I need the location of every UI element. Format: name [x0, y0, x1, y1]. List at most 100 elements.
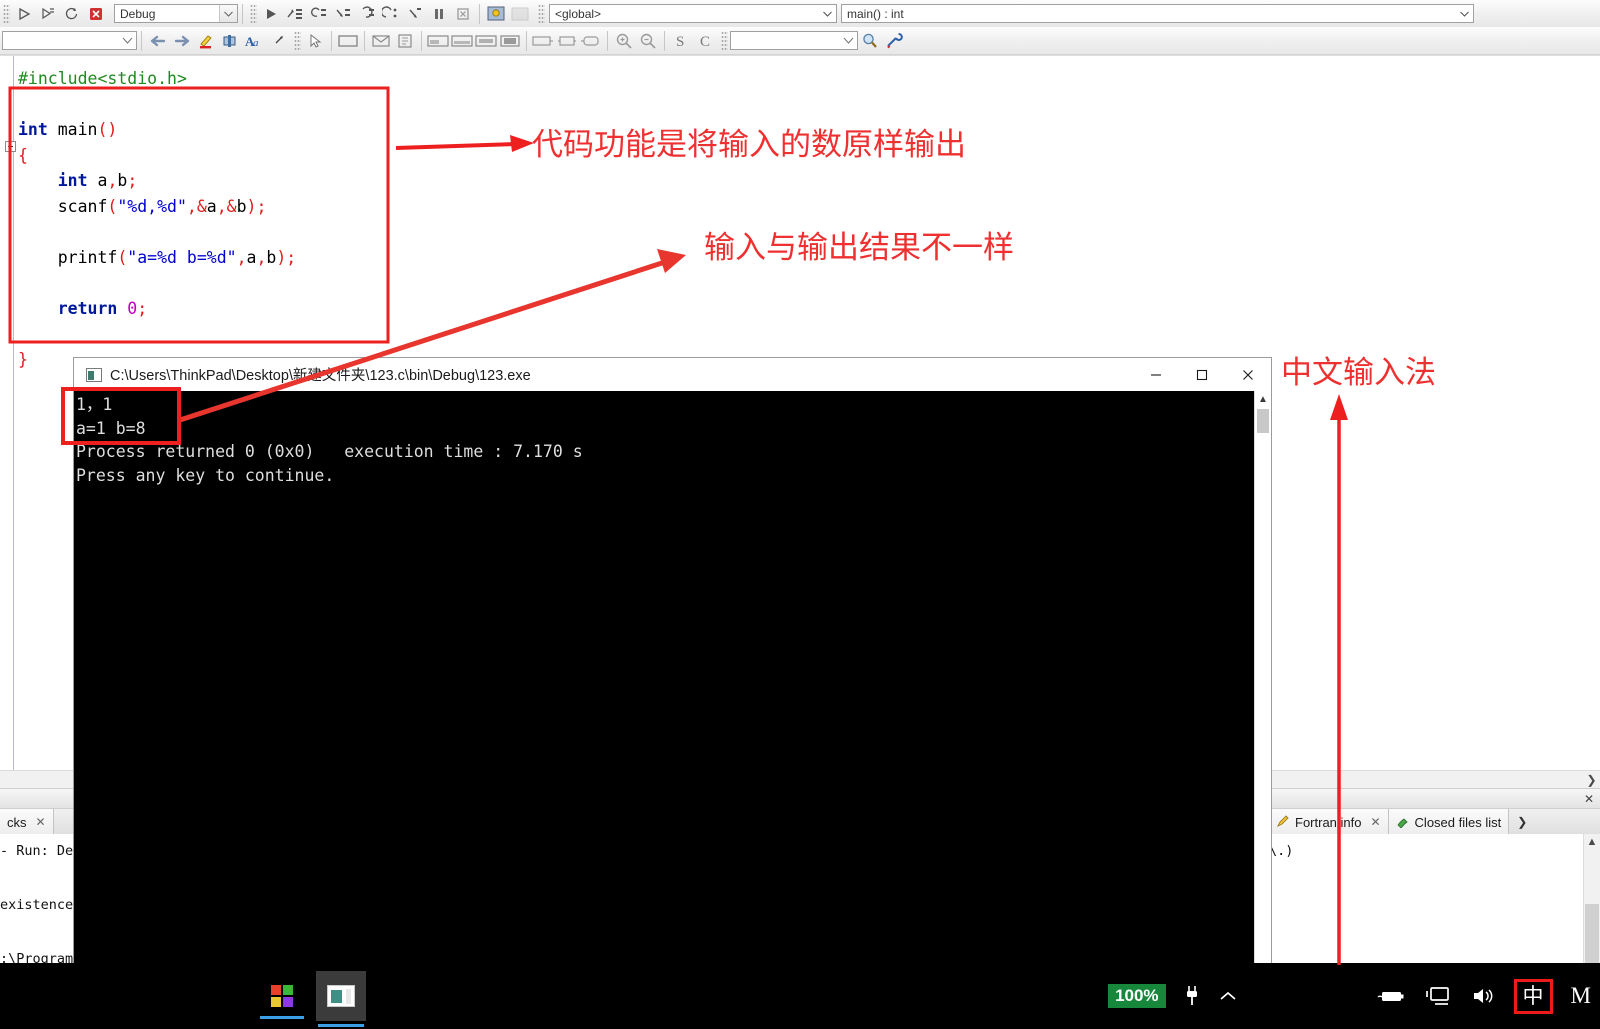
- toolbar-separator: [607, 30, 608, 51]
- chevron-right-icon[interactable]: ❯: [1583, 772, 1600, 787]
- windows-start-icon[interactable]: [258, 972, 306, 1020]
- close-icon[interactable]: [1225, 358, 1271, 391]
- toolbar-grip-symbol[interactable]: [721, 30, 728, 51]
- search-combo[interactable]: [2, 31, 137, 50]
- block-a-icon[interactable]: [426, 29, 450, 52]
- fold-guide-line: [13, 56, 14, 771]
- back-button[interactable]: [146, 29, 170, 52]
- code-blocks-ide-window: Debug <global> main(): int A a S C #inc…: [0, 0, 1600, 1029]
- wire-a-icon[interactable]: [531, 29, 555, 52]
- abort-build-button[interactable]: [84, 2, 108, 25]
- taskbar-active-underline: [260, 1016, 304, 1019]
- chevron-up-icon[interactable]: ▲: [1255, 391, 1271, 407]
- chevron-down-icon[interactable]: [1456, 5, 1473, 22]
- step-into-button[interactable]: [331, 2, 355, 25]
- battery-icon[interactable]: [1367, 963, 1415, 1029]
- chevron-down-icon[interactable]: [840, 32, 857, 49]
- toolbar-grip-debug[interactable]: [250, 3, 257, 24]
- ime-mode-label[interactable]: M: [1562, 963, 1600, 1029]
- fold-marker-main[interactable]: [5, 141, 16, 152]
- close-icon[interactable]: ✕: [1584, 792, 1594, 806]
- code-brace-open: {: [18, 145, 28, 165]
- build-target-select[interactable]: Debug: [114, 4, 238, 23]
- next-line-button[interactable]: [307, 2, 331, 25]
- function-value: main() : int: [847, 6, 904, 21]
- various-info-button[interactable]: [508, 2, 532, 25]
- toggle-bookmark-icon[interactable]: [218, 29, 242, 52]
- code-brace-close: }: [18, 349, 28, 369]
- codeblocks-taskbar-item[interactable]: [316, 971, 366, 1027]
- zoom-in-icon[interactable]: [612, 29, 636, 52]
- step-instruction-button[interactable]: [403, 2, 427, 25]
- toolbar-grip-scope[interactable]: [538, 3, 545, 24]
- highlight-icon[interactable]: [194, 29, 218, 52]
- goto-line-icon[interactable]: [266, 29, 290, 52]
- wire-b-icon[interactable]: [555, 29, 579, 52]
- find-icon[interactable]: A a: [242, 29, 266, 52]
- build-run-button[interactable]: [36, 2, 60, 25]
- symbol-search-input[interactable]: [730, 31, 858, 50]
- chevron-up-icon[interactable]: [1209, 963, 1247, 1029]
- chevron-down-icon[interactable]: [819, 5, 836, 22]
- code-keyword-int: int: [18, 120, 48, 139]
- console-window[interactable]: C:\Users\ThinkPad\Desktop\新建文件夹\123.c\bi…: [74, 358, 1271, 966]
- volume-icon[interactable]: [1461, 963, 1505, 1029]
- stop-debugger-button[interactable]: [451, 2, 475, 25]
- ime-indicator-box[interactable]: 中: [1513, 978, 1553, 1014]
- function-select[interactable]: main() : int: [841, 4, 1474, 23]
- tools-icon[interactable]: [882, 29, 906, 52]
- tab-closed-files-list[interactable]: Closed files list: [1388, 809, 1510, 835]
- run-to-cursor-button[interactable]: [283, 2, 307, 25]
- rebuild-button[interactable]: [60, 2, 84, 25]
- step-out-button[interactable]: [355, 2, 379, 25]
- wire-c-icon[interactable]: [579, 29, 603, 52]
- zoom-out-icon[interactable]: [636, 29, 660, 52]
- tab-build-log[interactable]: cks ✕: [0, 809, 54, 835]
- block-c-icon[interactable]: [474, 29, 498, 52]
- plug-icon[interactable]: [1175, 963, 1209, 1029]
- block-d-icon[interactable]: [498, 29, 522, 52]
- console-output-area[interactable]: 1，1 a=1 b=8 Process returned 0 (0x0) exe…: [74, 391, 1271, 966]
- code-line-include: #include<stdio.h>: [18, 69, 187, 88]
- c-letter-icon[interactable]: C: [693, 29, 717, 52]
- frame-icon[interactable]: [336, 29, 360, 52]
- chevron-up-icon[interactable]: ▲: [1584, 834, 1600, 850]
- info-panel-scrollbar[interactable]: ▲: [1583, 834, 1600, 964]
- ime-indicator[interactable]: 中: [1505, 963, 1562, 1029]
- battery-percent-badge[interactable]: 100%: [1099, 963, 1174, 1029]
- scrollbar-thumb[interactable]: [1257, 409, 1269, 433]
- minimize-icon[interactable]: [1133, 358, 1179, 391]
- break-debugger-button[interactable]: [427, 2, 451, 25]
- debug-continue-button[interactable]: [259, 2, 283, 25]
- console-scrollbar[interactable]: ▲: [1254, 391, 1271, 966]
- info-panel-header: ✕: [1269, 789, 1600, 809]
- display-icon[interactable]: [1415, 963, 1461, 1029]
- select-tool-icon[interactable]: [303, 29, 327, 52]
- toolbar-grip[interactable]: [3, 3, 10, 24]
- forward-button[interactable]: [170, 29, 194, 52]
- scope-select[interactable]: <global>: [549, 4, 837, 23]
- close-icon[interactable]: ✕: [36, 815, 46, 829]
- scrollbar-thumb[interactable]: [1585, 904, 1599, 964]
- block-b-icon[interactable]: [450, 29, 474, 52]
- debugging-windows-button[interactable]: [484, 2, 508, 25]
- toolbar-grip-view[interactable]: [294, 30, 301, 51]
- text-box-icon[interactable]: [393, 29, 417, 52]
- tab-closed-files-list-label: Closed files list: [1414, 814, 1502, 830]
- toolbar-row-main: Debug <global> main(): int: [0, 0, 1600, 28]
- chevron-down-icon[interactable]: [219, 5, 237, 22]
- chevron-down-icon[interactable]: [119, 32, 136, 49]
- console-title-bar[interactable]: C:\Users\ThinkPad\Desktop\新建文件夹\123.c\bi…: [74, 358, 1271, 392]
- source-code-text[interactable]: #include<stdio.h> int main() { int a,b; …: [18, 66, 296, 372]
- build-log-panel: cks ✕ - Run: Deb existence: :\Program: [0, 789, 80, 964]
- close-icon[interactable]: ✕: [1370, 815, 1380, 829]
- s-letter-icon[interactable]: S: [669, 29, 693, 52]
- tabstrip-more-icon[interactable]: ❯: [1509, 809, 1535, 835]
- next-instruction-button[interactable]: [379, 2, 403, 25]
- maximize-icon[interactable]: [1179, 358, 1225, 391]
- envelope-icon[interactable]: [369, 29, 393, 52]
- find-symbol-icon[interactable]: [858, 29, 882, 52]
- run-button[interactable]: [12, 2, 36, 25]
- tab-fortran-info[interactable]: Fortran info ✕: [1269, 809, 1389, 835]
- windows-logo: [271, 985, 293, 1007]
